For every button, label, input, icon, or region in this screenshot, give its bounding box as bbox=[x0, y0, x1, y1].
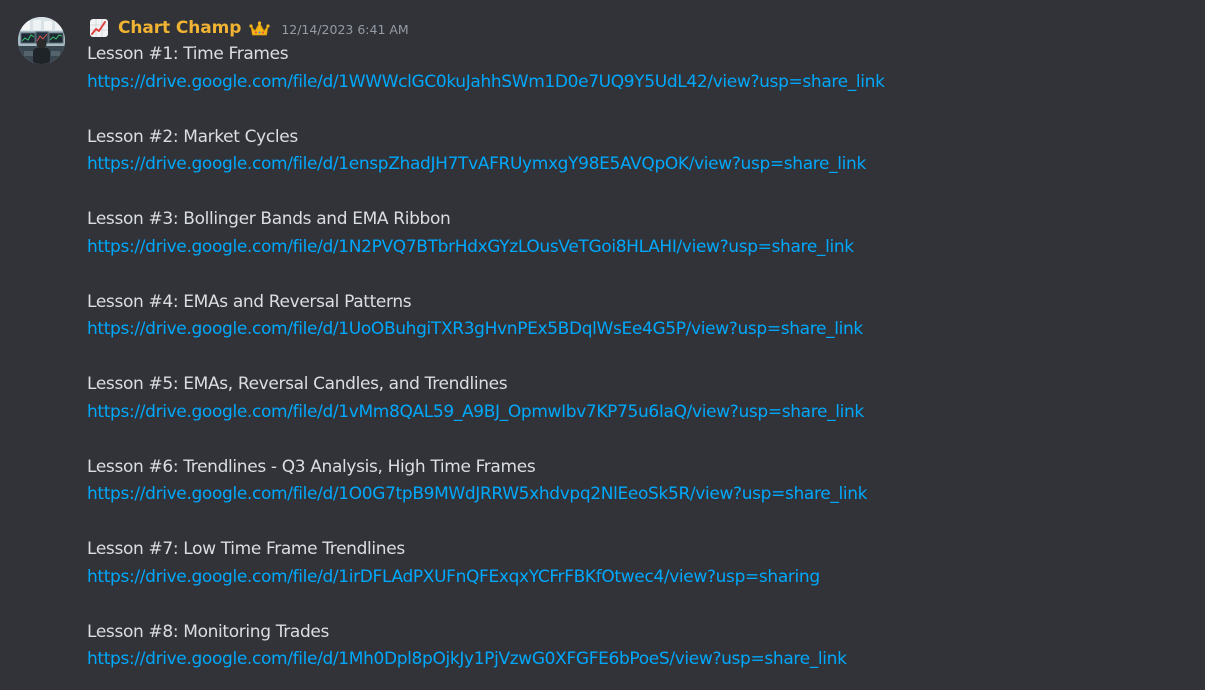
message-timestamp[interactable]: 12/14/2023 6:41 AM bbox=[281, 22, 408, 37]
chart-increasing-icon bbox=[90, 19, 108, 37]
avatar[interactable] bbox=[18, 17, 65, 64]
lesson-title: Lesson #2: Market Cycles bbox=[87, 126, 298, 147]
lesson-title: Lesson #1: Time Frames bbox=[87, 44, 289, 64]
lesson-entry: Lesson #7: Low Time Frame Trendlines htt… bbox=[87, 536, 1187, 619]
chat-message: Chart Champ 12/14/2023 6:41 AM Lesson #1… bbox=[0, 0, 1205, 690]
lesson-entry: Lesson #8: Monitoring Trades https://dri… bbox=[87, 619, 1187, 690]
lesson-link[interactable]: https://drive.google.com/file/d/1enspZha… bbox=[87, 151, 866, 179]
lesson-link[interactable]: https://drive.google.com/file/d/1WWWclGC… bbox=[87, 69, 885, 97]
lesson-entry: Lesson #1: Time Frames https://drive.goo… bbox=[87, 41, 1187, 124]
lesson-entry: Lesson #2: Market Cycles https://drive.g… bbox=[87, 124, 1187, 207]
lesson-link[interactable]: https://drive.google.com/file/d/1irDFLAd… bbox=[87, 564, 820, 592]
avatar-image bbox=[18, 17, 65, 64]
lesson-title: Lesson #7: Low Time Frame Trendlines bbox=[87, 539, 405, 559]
lesson-link[interactable]: https://drive.google.com/file/d/1vMm8QAL… bbox=[87, 399, 864, 427]
lesson-entry: Lesson #6: Trendlines - Q3 Analysis, Hig… bbox=[87, 454, 1187, 537]
message-content: Lesson #1: Time Frames https://drive.goo… bbox=[87, 41, 1187, 690]
lesson-entry: Lesson #3: Bollinger Bands and EMA Ribbo… bbox=[87, 206, 1187, 289]
lesson-title: Lesson #8: Monitoring Trades bbox=[87, 621, 330, 642]
lesson-title: Lesson #5: EMAs, Reversal Candles, and T… bbox=[87, 374, 508, 394]
lesson-link[interactable]: https://drive.google.com/file/d/1Mh0Dpl8… bbox=[87, 646, 847, 674]
lesson-entry: Lesson #5: EMAs, Reversal Candles, and T… bbox=[87, 371, 1187, 454]
lesson-link[interactable]: https://drive.google.com/file/d/1UoOBuhg… bbox=[87, 316, 863, 344]
lesson-title: Lesson #6: Trendlines - Q3 Analysis, Hig… bbox=[87, 456, 536, 477]
lesson-link[interactable]: https://drive.google.com/file/d/1O0G7tpB… bbox=[87, 481, 868, 509]
author-name[interactable]: Chart Champ bbox=[118, 18, 241, 38]
lesson-title: Lesson #3: Bollinger Bands and EMA Ribbo… bbox=[87, 209, 451, 229]
crown-icon bbox=[249, 21, 270, 36]
lesson-entry: Lesson #4: EMAs and Reversal Patterns ht… bbox=[87, 289, 1187, 372]
message-header: Chart Champ 12/14/2023 6:41 AM bbox=[89, 15, 409, 41]
lesson-link[interactable]: https://drive.google.com/file/d/1N2PVQ7B… bbox=[87, 234, 854, 262]
lesson-title: Lesson #4: EMAs and Reversal Patterns bbox=[87, 291, 412, 312]
